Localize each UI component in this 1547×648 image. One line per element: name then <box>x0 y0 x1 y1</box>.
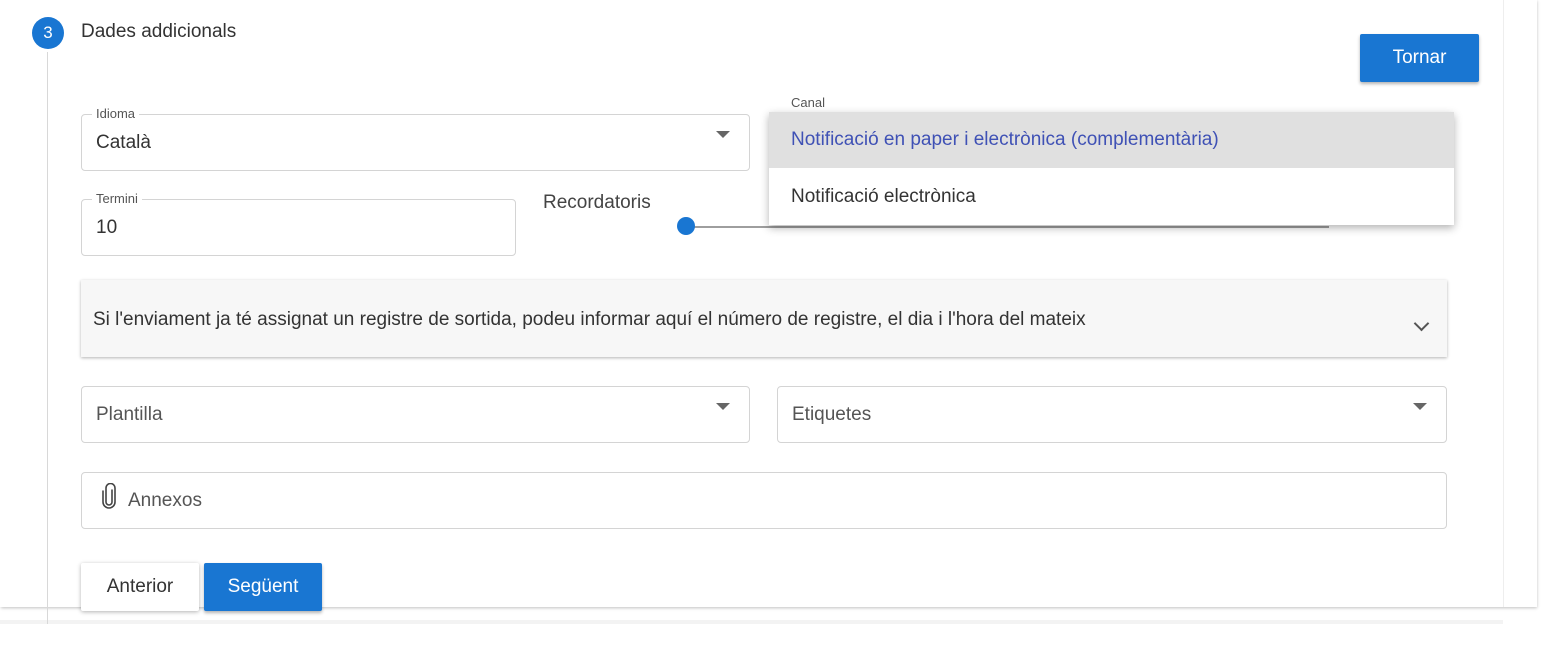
attachments-placeholder: Annexos <box>128 489 202 511</box>
chevron-down-icon <box>716 131 730 138</box>
deadline-label: Termini <box>92 191 142 206</box>
right-strip <box>1503 0 1537 607</box>
chevron-down-icon <box>716 403 730 410</box>
attachments-field[interactable]: Annexos <box>81 472 1447 529</box>
reminders-slider-thumb[interactable] <box>677 217 695 235</box>
language-value: Català <box>96 131 151 153</box>
reminders-slider-track[interactable] <box>686 226 1329 228</box>
channel-label: Canal <box>791 95 825 110</box>
tags-placeholder: Etiquetes <box>792 403 872 425</box>
output-register-panel-text: Si l'enviament ja té assignat un registr… <box>93 309 1086 330</box>
step-number-badge: 3 <box>32 17 64 49</box>
channel-option-paper-electronic[interactable]: Notificació en paper i electrònica (comp… <box>769 112 1454 168</box>
language-label: Idioma <box>92 106 140 121</box>
back-button[interactable]: Tornar <box>1360 34 1479 82</box>
deadline-field[interactable]: Termini 10 <box>81 191 516 256</box>
chevron-down-icon <box>1413 403 1427 410</box>
bottom-divider <box>0 620 1503 624</box>
template-select[interactable]: Plantilla <box>81 386 750 443</box>
channel-dropdown: Notificació en paper i electrònica (comp… <box>769 112 1454 225</box>
step-title[interactable]: Dades addicionals <box>81 21 236 43</box>
chevron-down-icon[interactable] <box>1413 315 1430 332</box>
channel-option-electronic[interactable]: Notificació electrònica <box>769 169 1454 225</box>
next-button[interactable]: Següent <box>204 563 322 611</box>
output-register-panel[interactable]: Si l'enviament ja té assignat un registr… <box>81 280 1447 357</box>
previous-button[interactable]: Anterior <box>81 563 199 611</box>
language-select[interactable]: Idioma Català <box>81 106 750 171</box>
deadline-value: 10 <box>96 216 118 238</box>
reminders-label: Recordatoris <box>543 192 651 213</box>
paperclip-icon <box>102 483 116 509</box>
template-placeholder: Plantilla <box>96 403 163 425</box>
tags-select[interactable]: Etiquetes <box>777 386 1447 443</box>
page: 3 Dades addicionals Tornar Idioma Català… <box>0 0 1547 648</box>
stepper-line <box>47 52 48 624</box>
